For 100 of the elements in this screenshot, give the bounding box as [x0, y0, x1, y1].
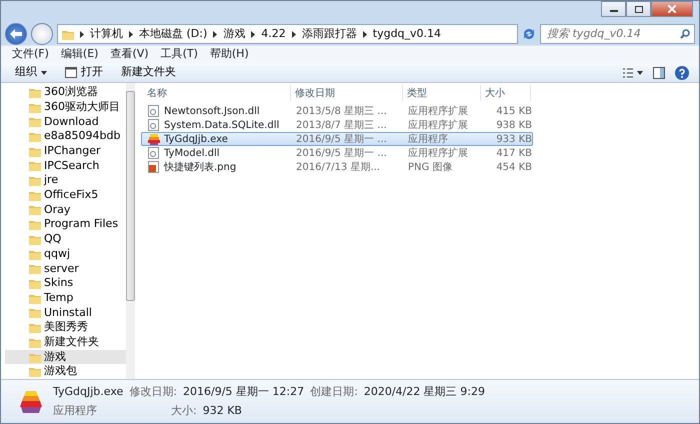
sidebar-item[interactable]: Uninstall	[5, 306, 126, 320]
maximize-button[interactable]	[626, 1, 651, 17]
table-cell-text: 415 KB	[495, 104, 532, 118]
breadcrumb-item[interactable]: 添雨跟打器	[302, 26, 357, 42]
toolbar-button[interactable]: 新建文件夹	[117, 64, 180, 81]
refresh-icon	[522, 27, 536, 41]
sidebar-item[interactable]: 新建文件夹	[5, 334, 126, 350]
folder-icon	[29, 248, 41, 260]
column-header[interactable]: 大小	[481, 85, 531, 101]
breadcrumb-item[interactable]: tygdq_v0.14	[372, 26, 442, 42]
close-icon	[668, 5, 676, 13]
sidebar-item[interactable]: 360浏览器	[5, 85, 126, 100]
address-bar[interactable]: 计算机 本地磁盘 (D:) 游戏 4.22 添雨跟打器 tygdq_v0.14	[57, 24, 518, 44]
table-cell-text: 应用程序	[407, 132, 449, 146]
sidebar-item[interactable]: QQ	[5, 232, 126, 247]
file-row[interactable]: 快捷键列表.png 2016/7/13 星期... PNG 图像 454 KB	[141, 160, 533, 174]
column-header[interactable]: 名称	[141, 85, 291, 101]
close-button[interactable]	[651, 1, 693, 17]
window-icon	[65, 67, 77, 78]
sidebar-item[interactable]: Skins	[5, 276, 126, 291]
file-row[interactable]: Newtonsoft.Json.dll 2013/5/8 星期三 ... 应用程序扩展 415 KB	[141, 104, 533, 118]
folder-icon	[29, 292, 41, 304]
menu-item[interactable]: 工具(T)	[156, 46, 203, 63]
sidebar-item[interactable]: jre	[5, 173, 126, 188]
file-name: Newtonsoft.Json.dll	[164, 104, 260, 118]
file-row[interactable]: TyModel.dll 2016/9/5 星期一 ... 应用程序扩展 417 KB	[141, 146, 533, 160]
sidebar-item[interactable]: Temp	[5, 290, 126, 306]
breadcrumb-item[interactable]: 计算机	[90, 26, 123, 42]
search-field[interactable]: 搜索 tygdq_v0.14	[540, 24, 695, 44]
file-type: 应用程序	[53, 402, 97, 418]
folder-icon	[29, 130, 41, 142]
search-icon	[680, 29, 690, 39]
folder-icon	[29, 322, 41, 334]
sidebar-item[interactable]: Download	[5, 114, 126, 130]
folder-icon	[29, 204, 41, 216]
folder-icon	[29, 175, 41, 186]
sidebar-item[interactable]: IPCSearch	[5, 158, 126, 174]
colorful-app-icon	[19, 388, 43, 414]
field-value: 2016/9/5 星期一 12:27	[183, 384, 304, 400]
scrollbar[interactable]	[126, 83, 136, 379]
sidebar-item[interactable]: qqwj	[5, 246, 126, 262]
field-label: 大小:	[171, 402, 197, 418]
folder-icon	[29, 146, 41, 157]
sidebar-item[interactable]: 游戏包	[5, 364, 126, 380]
chevron-right-icon	[129, 30, 133, 38]
menu-item[interactable]: 编辑(E)	[56, 46, 104, 63]
file-name: TyGdqJjb.exe	[53, 384, 124, 400]
menu-item[interactable]: 帮助(H)	[204, 46, 254, 63]
back-button[interactable]	[5, 23, 27, 45]
maximize-icon	[634, 6, 642, 12]
table-cell-text: 应用程序扩展	[407, 104, 469, 118]
file-name: TyModel.dll	[164, 146, 220, 160]
table-cell-text: 417 KB	[495, 146, 532, 160]
sidebar-item[interactable]: 游戏	[5, 350, 126, 364]
column-header[interactable]: 类型	[403, 85, 481, 101]
breadcrumb-item[interactable]: 4.22	[261, 26, 286, 42]
file-row[interactable]: System.Data.SQLite.dll 2013/8/7 星期三 ... 应用程序扩展 938 KB	[141, 118, 533, 132]
menu-item[interactable]: 文件(F)	[7, 46, 54, 63]
table-cell-text: 应用程序扩展	[407, 118, 469, 132]
sidebar-item[interactable]: e8a85094bdb	[5, 129, 126, 144]
field-value: 932 KB	[202, 402, 242, 418]
sidebar-item[interactable]: server	[5, 261, 126, 276]
folder-icon	[29, 366, 41, 378]
sidebar-item[interactable]: Oray	[5, 202, 126, 218]
field-value: 2020/4/22 星期三 9:29	[364, 384, 485, 400]
folder-icon	[29, 86, 41, 98]
file-name: System.Data.SQLite.dll	[164, 118, 280, 132]
colorful-app-icon	[148, 133, 160, 145]
breadcrumb-item[interactable]: 游戏	[223, 26, 246, 42]
file-row[interactable]: TyGdqJjb.exe 2016/9/5 星期一 ... 应用程序 933 KB	[141, 132, 533, 146]
sidebar-item[interactable]: 360驱动大师目	[5, 100, 126, 114]
sidebar-item[interactable]: 美图秀秀	[5, 320, 126, 335]
folder-icon	[29, 234, 41, 245]
folder-icon	[62, 28, 74, 40]
breadcrumb-item[interactable]: 本地磁盘 (D:)	[139, 26, 208, 42]
toolbar-button[interactable]: 打开	[61, 64, 107, 81]
image-file-icon	[148, 161, 160, 173]
field-label: 创建日期:	[310, 384, 358, 400]
column-header[interactable]: 修改日期	[291, 85, 403, 101]
sidebar-item[interactable]: IPChanger	[5, 144, 126, 159]
chevron-right-icon	[362, 30, 367, 38]
chevron-right-icon	[251, 30, 256, 38]
preview-pane-icon	[653, 66, 665, 78]
folder-icon	[29, 336, 41, 348]
toolbar-button[interactable]: 组织	[11, 64, 51, 81]
table-cell-text: 454 KB	[495, 160, 532, 174]
file-name: TyGdqJjb.exe	[164, 132, 228, 146]
help-icon	[675, 66, 689, 80]
file-name: 快捷键列表.png	[164, 160, 236, 174]
minimize-button[interactable]	[601, 1, 626, 17]
sidebar-item[interactable]: Program Files	[5, 217, 126, 232]
folder-icon	[29, 278, 41, 289]
table-cell-text: 938 KB	[495, 118, 532, 132]
table-cell-text: 应用程序扩展	[407, 146, 469, 160]
menu-item[interactable]: 查看(V)	[105, 46, 154, 63]
forward-button[interactable]	[31, 23, 53, 45]
caret-icon	[41, 70, 47, 74]
table-cell-text: 2016/9/5 星期一 ...	[295, 146, 388, 160]
sidebar-item[interactable]: OfficeFix5	[5, 188, 126, 203]
table-cell-text: PNG 图像	[407, 160, 454, 174]
